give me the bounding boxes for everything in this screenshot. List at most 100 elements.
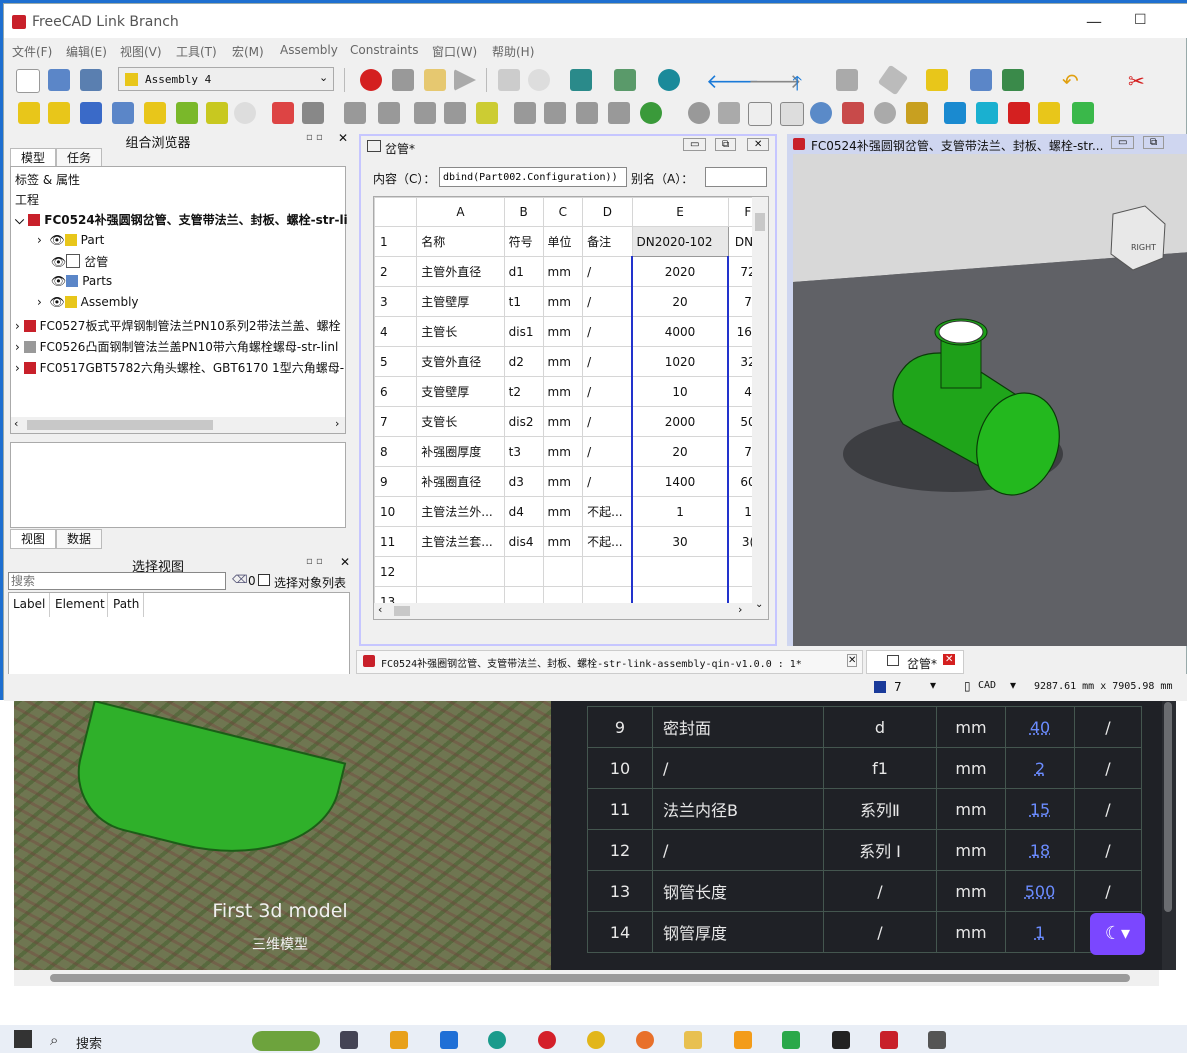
cell-selected-column[interactable]	[631, 556, 730, 587]
cell-selected-column[interactable]: 30	[631, 526, 730, 557]
menu-help[interactable]: 帮助(H)	[492, 43, 534, 60]
cell[interactable]: mm	[542, 526, 584, 557]
page-hscrollbar-thumb[interactable]	[50, 974, 1130, 982]
param-value[interactable]: 1	[1005, 911, 1075, 953]
tree-hscrollbar-thumb[interactable]	[27, 420, 213, 430]
cell[interactable]: t2	[503, 376, 544, 407]
datum2-icon[interactable]	[378, 102, 400, 124]
alias-input[interactable]	[705, 167, 767, 187]
row-header[interactable]: 1	[374, 226, 418, 257]
cell[interactable]: /	[582, 436, 633, 467]
close-tab-icon[interactable]: ✕	[943, 654, 956, 665]
back-arrow-icon[interactable]: 🡐	[706, 69, 760, 93]
cell[interactable]: t1	[503, 286, 544, 317]
task-view-icon[interactable]	[340, 1031, 358, 1049]
cell-selected-column[interactable]: 20	[631, 436, 730, 467]
cell[interactable]: 不起...	[582, 496, 633, 527]
cell[interactable]: 主管长	[416, 316, 505, 347]
maximize-icon[interactable]: ☐	[1134, 12, 1147, 28]
tree-item-doc[interactable]: › FC0517GBT5782六角头螺栓、GBT6170 1型六角螺母-	[15, 359, 344, 379]
cell[interactable]	[503, 556, 544, 587]
visibility-eye-icon[interactable]: 👁	[49, 295, 64, 309]
cell[interactable]: 不起...	[582, 526, 633, 557]
open-icon[interactable]	[48, 69, 70, 91]
subwindow-restore-icon[interactable]: ⧉	[715, 138, 737, 151]
row-header[interactable]: 12	[374, 556, 418, 587]
sketch-icon[interactable]	[272, 102, 294, 124]
cell[interactable]: 单位	[542, 226, 584, 257]
cell[interactable]: /	[582, 316, 633, 347]
row-header[interactable]: 10	[374, 496, 418, 527]
cell[interactable]: 支管壁厚	[416, 376, 505, 407]
cell[interactable]: 支管长	[416, 406, 505, 437]
column-header[interactable]: D	[582, 197, 633, 227]
cell[interactable]: mm	[542, 346, 584, 377]
tree-hscrollbar[interactable]: ‹ ›	[11, 417, 345, 433]
param-value[interactable]: 18	[1005, 829, 1075, 871]
save-icon[interactable]	[80, 69, 102, 91]
grid-vscrollbar[interactable]: ⌄	[752, 197, 768, 619]
fit-all-icon[interactable]	[614, 69, 636, 91]
terminal-icon[interactable]	[832, 1031, 850, 1049]
cell[interactable]: mm	[542, 406, 584, 437]
grid-vscrollbar-thumb[interactable]	[755, 213, 765, 231]
row-header[interactable]: 5	[374, 346, 418, 377]
workbench-selector[interactable]: Assembly 4 ⌄	[118, 67, 334, 91]
add-fastener-icon[interactable]	[206, 102, 228, 124]
new-part-icon[interactable]	[48, 102, 70, 124]
scroll-right-icon[interactable]: ›	[335, 417, 339, 430]
cell[interactable]: 补强圈厚度	[416, 436, 505, 467]
row-header[interactable]: 11	[374, 526, 418, 557]
add-variable-icon[interactable]	[640, 102, 662, 124]
doc-tab-3d[interactable]: FC0524补强圈钢岔管、支管带法兰、封板、螺栓-str-link-assemb…	[356, 650, 863, 674]
row-header[interactable]: 9	[374, 466, 418, 497]
minimize-icon[interactable]: —	[1086, 12, 1102, 31]
row-header[interactable]: 7	[374, 406, 418, 437]
cell[interactable]: d4	[503, 496, 544, 527]
cell[interactable]: /	[582, 286, 633, 317]
visibility-eye-icon[interactable]: 👁	[49, 233, 64, 247]
folder-icon[interactable]	[970, 69, 992, 91]
menu-tools[interactable]: 工具(T)	[176, 43, 217, 60]
cell[interactable]: /	[582, 346, 633, 377]
row-header[interactable]: 8	[374, 436, 418, 467]
cell[interactable]: mm	[542, 286, 584, 317]
cell[interactable]: d2	[503, 346, 544, 377]
cube-blue-icon[interactable]	[944, 102, 966, 124]
cell[interactable]: mm	[542, 376, 584, 407]
3d-viewport[interactable]: RIGHT	[793, 154, 1187, 646]
param-value-link[interactable]: 2	[1035, 759, 1045, 778]
selection-list-checkbox[interactable]	[258, 574, 270, 586]
delete-icon[interactable]	[842, 102, 864, 124]
edit-macro-icon[interactable]	[424, 69, 446, 91]
column-header[interactable]: B	[503, 197, 544, 227]
new-body-icon[interactable]	[80, 102, 102, 124]
subwindow-restore-icon[interactable]: ⧉	[1143, 136, 1165, 149]
scroll-down-icon[interactable]: ⌄	[755, 599, 763, 610]
wechat-icon[interactable]	[782, 1031, 800, 1049]
row-header[interactable]: 3	[374, 286, 418, 317]
place-icon[interactable]	[444, 102, 466, 124]
insert-link-icon[interactable]	[144, 102, 166, 124]
cell[interactable]: mm	[542, 316, 584, 347]
cell-selected-column[interactable]: 1	[631, 496, 730, 527]
edge-icon[interactable]	[488, 1031, 506, 1049]
tree-item-spreadsheet[interactable]: 👁 岔管	[51, 253, 108, 273]
tab-view[interactable]: 视图	[10, 529, 56, 549]
cell-selected-column[interactable]: 4000	[631, 316, 730, 347]
cell-selected-column[interactable]: 1020	[631, 346, 730, 377]
title-bar[interactable]: FreeCAD Link Branch — ☐	[4, 4, 1187, 38]
app-icon[interactable]	[390, 1031, 408, 1049]
param-value[interactable]: 40	[1005, 706, 1075, 748]
cell[interactable]: 主管外直径	[416, 256, 505, 287]
cell[interactable]	[582, 556, 633, 587]
explorer-icon[interactable]	[684, 1031, 702, 1049]
tree-item-part[interactable]: › 👁 Part	[37, 233, 104, 253]
doc-tab-spreadsheet[interactable]: 岔管* ✕	[866, 650, 964, 674]
array-icon[interactable]	[544, 102, 566, 124]
search-app-icon[interactable]	[734, 1031, 752, 1049]
visibility-eye-icon[interactable]: 👁	[51, 255, 66, 269]
new-icon[interactable]	[16, 69, 40, 93]
app2-icon[interactable]	[928, 1031, 946, 1049]
cell[interactable]: mm	[542, 466, 584, 497]
